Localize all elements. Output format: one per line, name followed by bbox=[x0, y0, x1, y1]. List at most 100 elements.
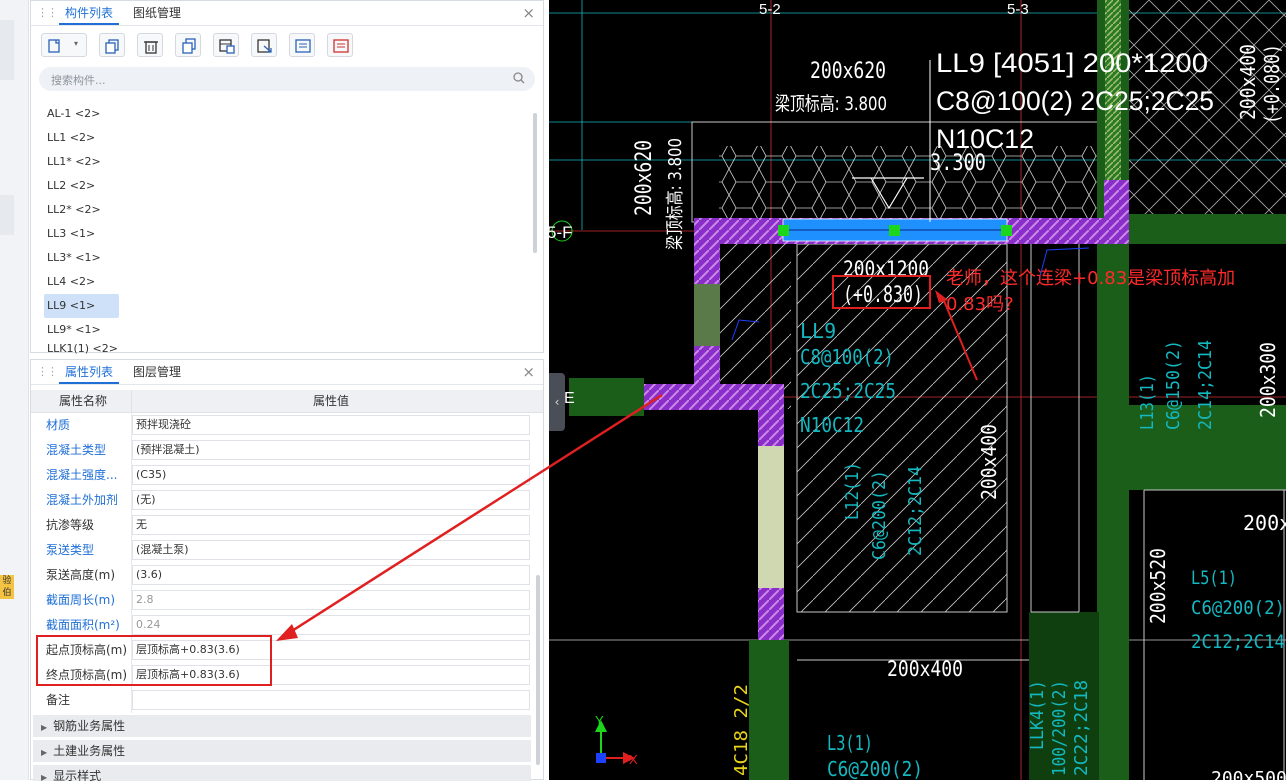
tab-property-list[interactable]: 属性列表 bbox=[59, 360, 120, 384]
l13-rebar: 2C14;2C14 bbox=[1195, 340, 1216, 430]
left-dock-strip: 验伯 bbox=[0, 0, 29, 780]
trash-icon bbox=[144, 41, 158, 54]
l13-stirrup: C6@150(2) bbox=[1163, 340, 1184, 430]
list-view-button[interactable] bbox=[289, 33, 315, 57]
property-name[interactable]: 材质 bbox=[46, 413, 70, 438]
grip-point[interactable] bbox=[889, 225, 900, 236]
property-value: 0.24 bbox=[132, 615, 530, 635]
tab-component-list[interactable]: 构件列表 bbox=[59, 1, 120, 25]
property-value[interactable]: 预拌现浇砼 bbox=[132, 415, 530, 435]
chevron-down-icon[interactable]: ▾ bbox=[74, 39, 78, 48]
l3-name: L3(1) bbox=[827, 731, 873, 755]
cad-drawing[interactable]: 5-F E 5-2 5-3 200x620 梁顶标高: 3.800 LL9 [4… bbox=[549, 0, 1286, 780]
list-item[interactable]: LL3* <1> bbox=[44, 246, 119, 270]
grip-point[interactable] bbox=[778, 225, 789, 236]
copy-button[interactable] bbox=[99, 33, 125, 57]
search-placeholder: 搜索构件... bbox=[51, 74, 106, 87]
cad-canvas[interactable]: 5-F E 5-2 5-3 200x620 梁顶标高: 3.800 LL9 [4… bbox=[549, 0, 1286, 780]
property-scrollbar[interactable] bbox=[536, 575, 540, 765]
vert-size-200x400: 200x400 bbox=[977, 424, 1001, 500]
list-item[interactable]: AL-1 <2> bbox=[44, 102, 119, 126]
annotation-line2: 0.83吗? bbox=[946, 294, 1014, 315]
slab-hatch bbox=[719, 146, 1104, 218]
llk4-name: LLK4(1) bbox=[1027, 680, 1048, 750]
list-item-selected[interactable]: LL9 <1> bbox=[44, 294, 119, 318]
drag-grip-icon[interactable]: ⋮⋮ bbox=[37, 6, 58, 19]
ucs-y-label: Y bbox=[595, 713, 604, 728]
property-value[interactable]: (混凝土泵) bbox=[132, 540, 530, 560]
l12-name: L12(1) bbox=[842, 462, 863, 520]
green-beam bbox=[1129, 214, 1286, 244]
property-name[interactable]: 混凝土外加剂 bbox=[46, 488, 118, 513]
l13-name: L13(1) bbox=[1137, 374, 1158, 430]
property-name[interactable]: 泵送类型 bbox=[46, 538, 94, 563]
col-name-header: 属性名称 bbox=[59, 394, 108, 408]
beam-top-elev: 梁顶标高: 3.800 bbox=[775, 93, 887, 115]
side-tag[interactable]: 验伯 bbox=[0, 575, 14, 599]
property-value[interactable]: 无 bbox=[132, 515, 530, 535]
purple-wall bbox=[758, 384, 784, 446]
list-item[interactable]: LL1 <2> bbox=[44, 126, 119, 150]
purple-wall bbox=[1104, 180, 1129, 244]
list-item[interactable]: LL1* <2> bbox=[44, 150, 119, 174]
property-name: 泵送高度(m) bbox=[46, 568, 116, 582]
search-input[interactable]: 搜索构件... bbox=[39, 67, 535, 91]
vert-size-top-right: 200x400 bbox=[1236, 44, 1260, 120]
close-icon[interactable]: × bbox=[522, 362, 535, 382]
delete-button[interactable] bbox=[137, 33, 163, 57]
copy-to-floor-button[interactable] bbox=[175, 33, 201, 57]
search-icon[interactable] bbox=[513, 72, 525, 84]
new-file-icon bbox=[48, 39, 60, 53]
list-item[interactable]: LL9* <1> bbox=[44, 318, 119, 342]
properties-button[interactable] bbox=[327, 33, 353, 57]
property-name[interactable]: 截面周长(m) bbox=[46, 588, 115, 613]
collapse-panel-button[interactable]: ‹ bbox=[549, 373, 565, 431]
list-item[interactable]: LL2* <2> bbox=[44, 198, 119, 222]
group-label: 显示样式 bbox=[53, 769, 102, 781]
list-item[interactable]: LLK1(1) <2> bbox=[44, 342, 119, 354]
list-scrollbar[interactable] bbox=[533, 113, 537, 253]
property-name[interactable]: 混凝土强度... bbox=[46, 463, 117, 488]
new-component-button[interactable]: ▾ bbox=[41, 33, 87, 57]
property-name[interactable]: 混凝土类型 bbox=[46, 438, 106, 463]
property-value[interactable] bbox=[132, 690, 530, 710]
beam-offset: (+0.830) bbox=[843, 283, 923, 308]
grid-icon bbox=[219, 39, 235, 54]
drag-grip-icon[interactable]: ⋮⋮ bbox=[37, 365, 58, 378]
vert-beam-elev: 梁顶标高: 3.800 bbox=[665, 138, 686, 250]
group-rebar-properties[interactable]: ▶ 钢筋业务属性 bbox=[33, 715, 531, 737]
vert-offset-top-right: (+0.080) bbox=[1260, 44, 1284, 124]
property-value[interactable]: (预拌混凝土) bbox=[132, 440, 530, 460]
property-name: 备注 bbox=[46, 693, 71, 707]
ll9-label-line3: N10C12 bbox=[936, 124, 1034, 154]
ll9-cyan-stirrup: C8@100(2) bbox=[800, 345, 894, 369]
tab-drawing-management[interactable]: 图纸管理 bbox=[127, 1, 187, 25]
property-value[interactable]: (无) bbox=[132, 490, 530, 510]
property-table-header: 属性名称 属性值 bbox=[31, 390, 543, 413]
property-value[interactable]: (C35) bbox=[132, 465, 530, 485]
list-item[interactable]: LL2 <2> bbox=[44, 174, 119, 198]
vert-size-200x300: 200x300 bbox=[1256, 342, 1280, 418]
group-civil-properties[interactable]: ▶ 土建业务属性 bbox=[33, 740, 531, 762]
close-icon[interactable]: × bbox=[522, 3, 535, 23]
grip-point[interactable] bbox=[1001, 225, 1012, 236]
list-item[interactable]: LL4 <2> bbox=[44, 270, 119, 294]
grid-label-5f: 5-F bbox=[549, 223, 573, 242]
purple-wall bbox=[758, 588, 784, 640]
dock-block bbox=[0, 20, 14, 80]
tab-layer-management[interactable]: 图层管理 bbox=[127, 360, 187, 384]
property-value[interactable]: (3.6) bbox=[132, 565, 530, 585]
expand-icon: ▶ bbox=[41, 748, 48, 757]
list-item[interactable]: LL3 <1> bbox=[44, 222, 119, 246]
olive-infill bbox=[694, 284, 720, 346]
l12-rebar: 2C12;2C14 bbox=[905, 466, 926, 556]
group-display-style[interactable]: ▶ 显示样式 bbox=[33, 765, 531, 781]
table-row: 抗渗等级 无 bbox=[31, 513, 543, 538]
green-column bbox=[749, 640, 789, 780]
import-button[interactable] bbox=[251, 33, 277, 57]
expand-icon: ▶ bbox=[41, 723, 48, 732]
pick-component-button[interactable] bbox=[213, 33, 239, 57]
property-tabbar: ⋮⋮ 属性列表 图层管理 × bbox=[31, 360, 543, 385]
ll9-label-line2: C8@100(2) 2C25;2C25 bbox=[936, 86, 1214, 116]
beam-size-top: 200x620 bbox=[810, 59, 886, 84]
